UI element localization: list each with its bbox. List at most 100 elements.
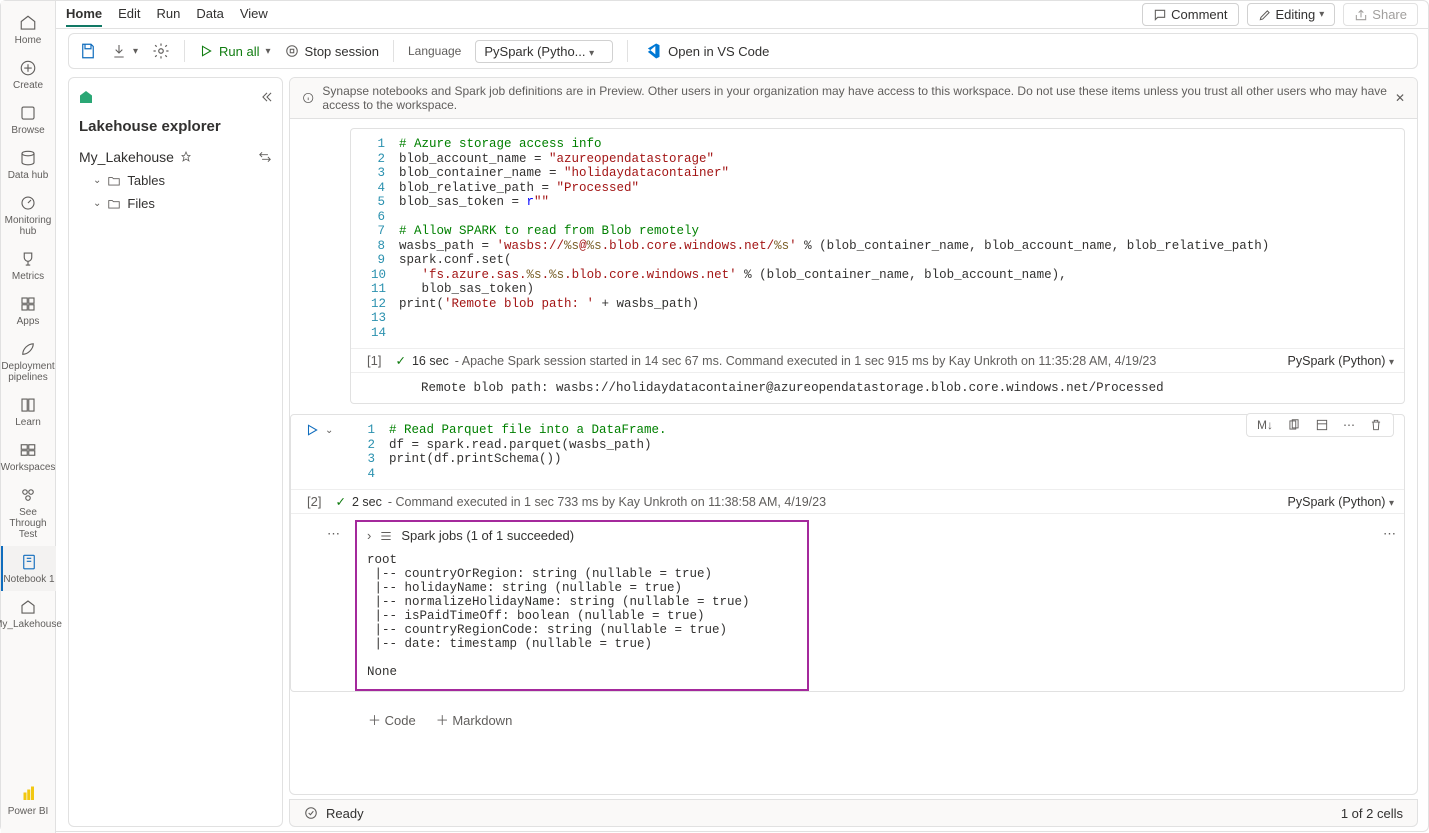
cell-1-output: Remote blob path: wasbs://holidaydatacon… — [351, 373, 1404, 403]
open-vscode-button[interactable]: Open in VS Code — [642, 41, 769, 61]
stop-icon — [285, 44, 299, 58]
pin-icon[interactable] — [180, 151, 192, 163]
cell-1-language[interactable]: PySpark (Python) ▾ — [1288, 354, 1394, 368]
cell-2-status: [2] ✓ 2 sec - Command executed in 1 sec … — [291, 489, 1404, 514]
check-icon: ✓ — [395, 353, 405, 368]
save-icon — [79, 42, 97, 60]
cell-1: 1# Azure storage access info 2blob_accou… — [350, 128, 1405, 404]
copy-cell-button[interactable] — [1283, 416, 1305, 434]
spark-jobs-label: Spark jobs (1 of 1 succeeded) — [401, 528, 574, 543]
nav-datahub[interactable]: Data hub — [1, 142, 56, 187]
cell-1-index: [1] — [367, 353, 381, 368]
tab-view[interactable]: View — [240, 2, 268, 27]
comment-icon — [1153, 8, 1167, 22]
plus-circle-icon — [18, 58, 38, 78]
cell-2-language[interactable]: PySpark (Python) ▾ — [1288, 495, 1394, 509]
close-banner-button[interactable]: ✕ — [1395, 91, 1405, 105]
cell-2: M↓ ⋯ ⌄ 1# Read Parquet file into a DataF… — [290, 414, 1405, 692]
cell-2-index: [2] — [307, 494, 321, 509]
chevron-down-icon: ▾ — [589, 48, 594, 59]
language-select[interactable]: PySpark (Pytho... ▾ — [475, 40, 613, 63]
run-cell-button[interactable]: ⌄ — [305, 423, 333, 437]
lakehouse-icon — [77, 88, 95, 106]
nav-apps[interactable]: Apps — [1, 288, 56, 333]
nav-powerbi[interactable]: Power BI — [1, 778, 56, 823]
stop-button[interactable]: Stop session — [285, 44, 379, 59]
download-button[interactable]: ▾ — [111, 43, 138, 59]
chevron-down-icon: ⌄ — [93, 175, 101, 186]
cell-2-output-schema: root |-- countryOrRegion: string (nullab… — [367, 553, 797, 679]
notebook-icon — [19, 552, 39, 572]
runall-button[interactable]: Run all▾ — [199, 44, 271, 59]
save-button[interactable] — [79, 42, 97, 60]
nav-home[interactable]: Home — [1, 7, 56, 52]
check-icon: ✓ — [335, 494, 345, 509]
nav-browse[interactable]: Browse — [1, 97, 56, 142]
apps-icon — [18, 294, 38, 314]
chevron-down-icon: ⌄ — [93, 198, 101, 209]
nav-workspaces[interactable]: Workspaces — [1, 434, 56, 479]
swap-icon[interactable] — [258, 150, 272, 164]
explorer-title: Lakehouse explorer — [79, 118, 274, 135]
lakehouse-name-row[interactable]: My_Lakehouse — [77, 145, 274, 169]
more-cell-actions-button[interactable]: ⋯ — [1339, 416, 1359, 434]
status-bar: Ready 1 of 2 cells — [289, 799, 1418, 827]
browse-icon — [18, 103, 38, 123]
collapse-explorer-button[interactable] — [260, 90, 274, 104]
nav-monitoring[interactable]: Monitoring hub — [1, 187, 56, 243]
toggle-output-button[interactable] — [1311, 416, 1333, 434]
cell-1-status: [1] ✓ 16 sec - Apache Spark session star… — [351, 348, 1404, 373]
nav-mylakehouse[interactable]: My_Lakehouse — [1, 591, 56, 636]
gear-icon — [152, 42, 170, 60]
folder-icon — [107, 174, 121, 188]
settings-button[interactable] — [152, 42, 170, 60]
output-collapse-button[interactable]: ⋯ — [327, 526, 340, 542]
lakehouse-icon — [18, 597, 38, 617]
notebook-main: Synapse notebooks and Spark job definiti… — [289, 77, 1418, 795]
spark-jobs-panel: › Spark jobs (1 of 1 succeeded) root |--… — [355, 520, 809, 691]
comment-button[interactable]: Comment — [1142, 3, 1238, 26]
book-icon — [18, 395, 38, 415]
nav-metrics[interactable]: Metrics — [1, 243, 56, 288]
info-icon — [302, 91, 314, 105]
nav-deployment[interactable]: Deployment pipelines — [1, 333, 56, 389]
nav-notebook1[interactable]: Notebook 1 — [1, 546, 56, 591]
top-bar: Home Edit Run Data View Comment Editing▾… — [56, 1, 1428, 29]
monitor-icon — [18, 193, 38, 213]
delete-cell-button[interactable] — [1365, 416, 1387, 434]
cell-2-code[interactable]: 1# Read Parquet file into a DataFrame. 2… — [341, 415, 1404, 489]
convert-to-markdown-button[interactable]: M↓ — [1253, 416, 1277, 434]
chevron-right-icon[interactable]: › — [367, 528, 371, 543]
vscode-icon — [642, 41, 662, 61]
download-icon — [111, 43, 127, 59]
toolbar: ▾ Run all▾ Stop session Language PySpark… — [68, 33, 1418, 69]
tree-tables[interactable]: ⌄Tables — [77, 169, 274, 192]
tab-run[interactable]: Run — [157, 2, 181, 27]
chevron-double-left-icon — [260, 90, 274, 104]
nav-create[interactable]: Create — [1, 52, 56, 97]
share-button[interactable]: Share — [1343, 3, 1418, 26]
tab-edit[interactable]: Edit — [118, 2, 140, 27]
add-code-cell-button[interactable]: ＋ Code — [368, 710, 416, 729]
tree-files[interactable]: ⌄Files — [77, 192, 274, 215]
cell-1-code[interactable]: 1# Azure storage access info 2blob_accou… — [351, 129, 1404, 348]
spark-jobs-icon — [379, 529, 393, 543]
status-ready: Ready — [326, 806, 364, 821]
add-cell-row: ＋ Code ＋ Markdown — [290, 702, 1405, 729]
add-markdown-cell-button[interactable]: ＋ Markdown — [436, 710, 513, 729]
chevron-down-icon[interactable]: ⌄ — [325, 425, 333, 436]
nav-learn[interactable]: Learn — [1, 389, 56, 434]
folder-icon — [107, 197, 121, 211]
nav-seethrough[interactable]: See Through Test — [1, 479, 56, 546]
editing-button[interactable]: Editing▾ — [1247, 3, 1336, 26]
rocket-icon — [18, 339, 38, 359]
home-icon — [18, 13, 38, 33]
left-rail: Home Create Browse Data hub Monitoring h… — [1, 1, 56, 833]
tab-data[interactable]: Data — [196, 2, 223, 27]
play-icon — [305, 423, 319, 437]
tab-home[interactable]: Home — [66, 2, 102, 27]
output-more-button[interactable]: ⋯ — [1383, 526, 1396, 542]
chevron-down-icon: ▾ — [1319, 9, 1324, 20]
cell-2-toolbar: M↓ ⋯ — [1246, 413, 1394, 437]
database-icon — [18, 148, 38, 168]
